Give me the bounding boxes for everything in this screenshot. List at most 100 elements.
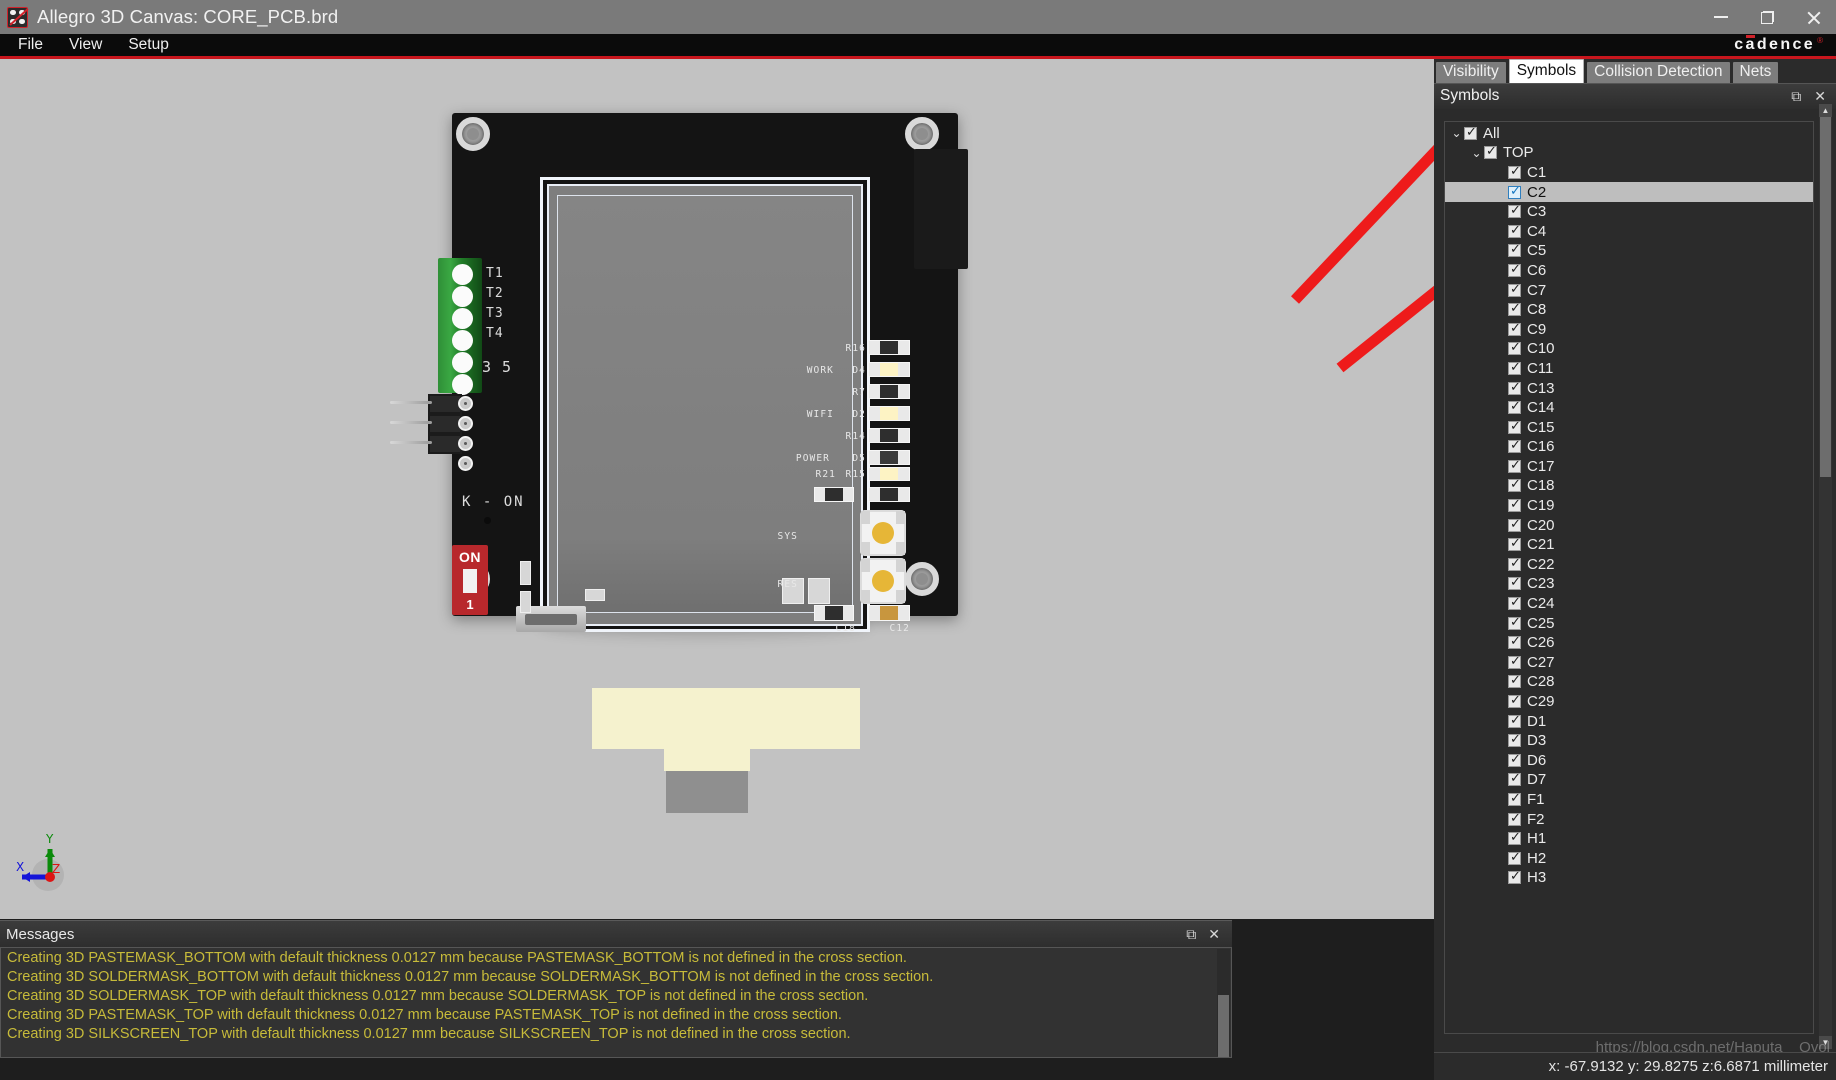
checkbox-c6[interactable] (1508, 261, 1522, 277)
checkbox-c21[interactable] (1508, 535, 1522, 552)
checkbox-c10[interactable] (1508, 339, 1522, 356)
tree-item-c23[interactable]: C23 (1445, 574, 1813, 594)
checkbox-h3[interactable] (1508, 868, 1522, 885)
checkbox-f2[interactable] (1508, 810, 1522, 826)
checkbox-c18[interactable] (1508, 476, 1522, 493)
checkbox-c7[interactable] (1508, 281, 1522, 297)
messages-scrollbar[interactable] (1217, 949, 1230, 1057)
checkbox-d3[interactable] (1508, 731, 1522, 748)
checkbox-c17[interactable] (1508, 457, 1522, 473)
checkbox-c13[interactable] (1508, 379, 1522, 395)
tab-nets[interactable]: Nets (1732, 61, 1779, 83)
symbols-scroll-thumb[interactable] (1820, 116, 1831, 477)
checkbox-c26[interactable] (1508, 633, 1522, 650)
minimize-button[interactable] (1698, 0, 1744, 34)
messages-scroll-thumb[interactable] (1218, 995, 1229, 1057)
checkbox-c8[interactable] (1508, 300, 1522, 317)
tree-item-c21[interactable]: C21 (1445, 535, 1813, 555)
checkbox-c11[interactable] (1508, 359, 1522, 375)
tree-item-c27[interactable]: C27 (1445, 653, 1813, 673)
tree-item-d3[interactable]: D3 (1445, 731, 1813, 751)
messages-close-icon[interactable]: ✕ (1208, 927, 1220, 941)
tree-item-c28[interactable]: C28 (1445, 672, 1813, 692)
checkbox-c3[interactable] (1508, 202, 1522, 219)
tree-item-c15[interactable]: C15 (1445, 417, 1813, 437)
tree-item-d7[interactable]: D7 (1445, 770, 1813, 790)
tab-visibility[interactable]: Visibility (1436, 61, 1506, 83)
checkbox-c4[interactable] (1508, 222, 1522, 238)
tree-item-c2[interactable]: C2 (1445, 182, 1813, 202)
tree-item-h1[interactable]: H1 (1445, 829, 1813, 849)
checkbox-c25[interactable] (1508, 614, 1522, 630)
tree-item-f2[interactable]: F2 (1445, 809, 1813, 829)
checkbox-c27[interactable] (1508, 653, 1522, 669)
tree-item-c16[interactable]: C16 (1445, 437, 1813, 457)
dip-switch-slider[interactable] (463, 568, 477, 593)
dip-switch[interactable]: ON 1 (452, 544, 488, 615)
tree-item-f1[interactable]: F1 (1445, 790, 1813, 810)
menu-setup[interactable]: Setup (116, 35, 181, 55)
checkbox-c9[interactable] (1508, 320, 1522, 336)
checkbox-c15[interactable] (1508, 418, 1522, 434)
tree-item-c7[interactable]: C7 (1445, 280, 1813, 300)
messages-list[interactable]: Creating 3D PASTEMASK_BOTTOM with defaul… (0, 947, 1232, 1058)
checkbox-all[interactable] (1464, 124, 1478, 140)
tree-item-c1[interactable]: C1 (1445, 163, 1813, 183)
checkbox-c5[interactable] (1508, 241, 1522, 258)
tree-item-all[interactable]: ⌄ All (1445, 124, 1813, 144)
tree-item-c10[interactable]: C10 (1445, 339, 1813, 359)
tree-item-h3[interactable]: H3 (1445, 868, 1813, 888)
checkbox-c28[interactable] (1508, 672, 1522, 689)
checkbox-c23[interactable] (1508, 574, 1522, 591)
scroll-up-arrow[interactable]: ▲ (1819, 103, 1832, 117)
tree-item-c19[interactable]: C19 (1445, 496, 1813, 516)
tab-collision-detection[interactable]: Collision Detection (1587, 61, 1730, 83)
chevron-down-icon[interactable]: ⌄ (1469, 146, 1484, 160)
checkbox-c16[interactable] (1508, 437, 1522, 454)
tree-item-c9[interactable]: C9 (1445, 319, 1813, 339)
tree-item-top[interactable]: ⌄ TOP (1445, 143, 1813, 163)
checkbox-d6[interactable] (1508, 751, 1522, 767)
tree-item-h2[interactable]: H2 (1445, 848, 1813, 868)
checkbox-c1[interactable] (1508, 163, 1522, 179)
tree-item-c22[interactable]: C22 (1445, 555, 1813, 575)
scroll-down-arrow[interactable]: ▼ (1819, 1036, 1832, 1049)
tree-item-c8[interactable]: C8 (1445, 300, 1813, 320)
tree-item-c26[interactable]: C26 (1445, 633, 1813, 653)
tree-item-d6[interactable]: D6 (1445, 751, 1813, 771)
tree-item-c6[interactable]: C6 (1445, 261, 1813, 281)
tree-item-c29[interactable]: C29 (1445, 692, 1813, 712)
tree-item-c5[interactable]: C5 (1445, 241, 1813, 261)
tree-item-d1[interactable]: D1 (1445, 711, 1813, 731)
checkbox-d1[interactable] (1508, 712, 1522, 728)
messages-undock-icon[interactable]: ⧉ (1186, 927, 1196, 941)
tactile-button-sys[interactable] (860, 509, 906, 556)
checkbox-c20[interactable] (1508, 516, 1522, 532)
checkbox-c2[interactable] (1508, 183, 1522, 199)
tree-item-c18[interactable]: C18 (1445, 476, 1813, 496)
tree-item-c11[interactable]: C11 (1445, 359, 1813, 379)
checkbox-c22[interactable] (1508, 555, 1522, 571)
tab-symbols[interactable]: Symbols (1508, 58, 1585, 83)
tree-item-c17[interactable]: C17 (1445, 457, 1813, 477)
tree-item-c13[interactable]: C13 (1445, 378, 1813, 398)
menu-view[interactable]: View (57, 35, 114, 55)
tree-item-c14[interactable]: C14 (1445, 398, 1813, 418)
symbols-undock-icon[interactable]: ⧉ (1791, 89, 1801, 103)
symbols-close-icon[interactable]: ✕ (1814, 89, 1826, 103)
tree-item-c3[interactable]: C3 (1445, 202, 1813, 222)
chevron-down-icon[interactable]: ⌄ (1449, 126, 1464, 140)
checkbox-h2[interactable] (1508, 849, 1522, 865)
tree-item-c25[interactable]: C25 (1445, 613, 1813, 633)
menu-file[interactable]: File (6, 35, 55, 55)
pcb-board-3d-model[interactable]: T1 T2 T3 T4 3 5 K - ON ON 1 R16 WORK D4 … (390, 112, 968, 634)
tree-item-c24[interactable]: C24 (1445, 594, 1813, 614)
checkbox-f1[interactable] (1508, 790, 1522, 806)
checkbox-d7[interactable] (1508, 770, 1522, 787)
checkbox-c14[interactable] (1508, 398, 1522, 415)
symbols-tree-scrollbar[interactable]: ▲ ▼ (1819, 103, 1832, 1049)
close-button[interactable] (1790, 0, 1836, 34)
symbols-tree[interactable]: ⌄All⌄TOPC1C2C3C4C5C6C7C8C9C10C11C13C14C1… (1444, 120, 1814, 1034)
checkbox-h1[interactable] (1508, 829, 1522, 846)
checkbox-c29[interactable] (1508, 692, 1522, 709)
